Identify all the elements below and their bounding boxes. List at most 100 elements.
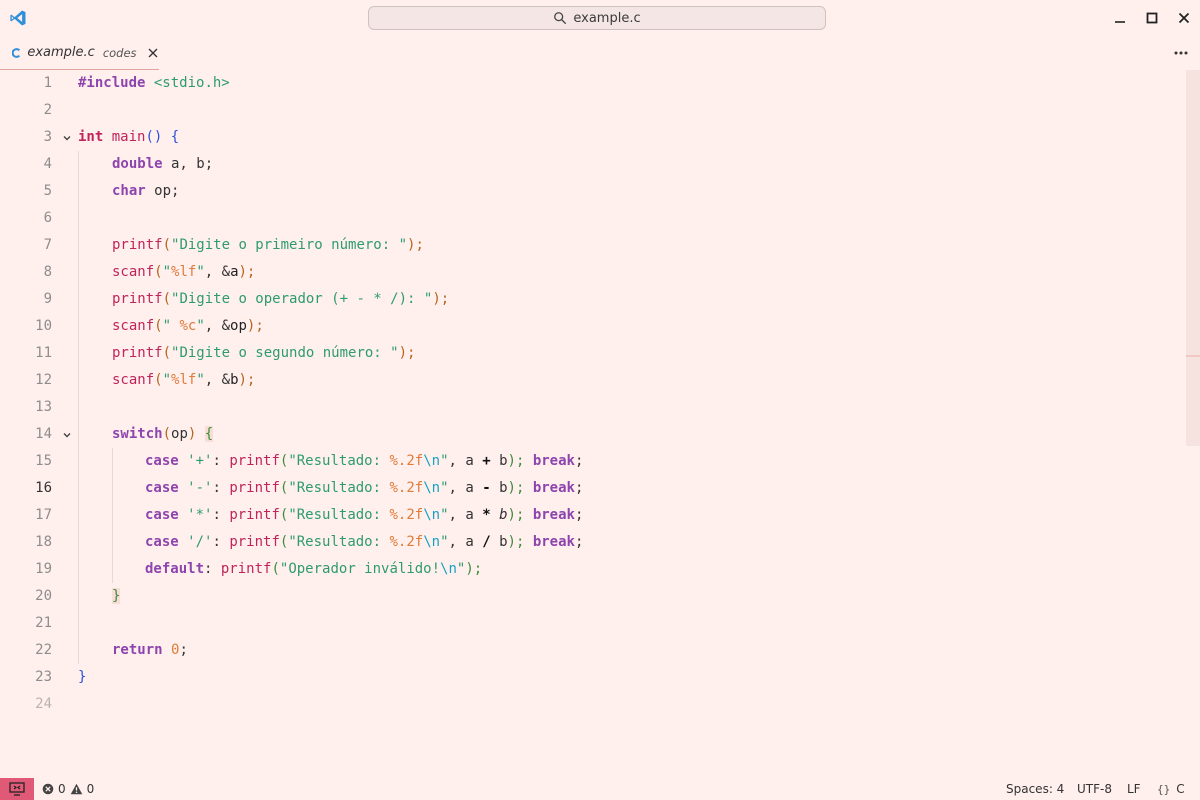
close-icon [1178, 12, 1190, 24]
code-line[interactable]: 1 #include <stdio.h> [0, 70, 1186, 97]
line-number: 24 [35, 696, 52, 712]
line-number: 3 [43, 129, 52, 145]
vertical-scrollbar[interactable] [1186, 70, 1200, 446]
code-line[interactable]: 4 double a, b; [0, 151, 1186, 178]
tab-example-c[interactable]: example.c codes [0, 36, 159, 70]
line-code: scanf("%lf", &a); [112, 264, 256, 280]
remote-icon [9, 782, 25, 796]
overview-ruler-mark [1186, 355, 1200, 357]
remote-indicator[interactable] [0, 778, 34, 800]
line-code: printf("Digite o segundo número: "); [112, 345, 416, 361]
code-line[interactable]: 14 switch(op) { [0, 421, 1186, 448]
encoding-indicator[interactable]: UTF-8 [1077, 778, 1112, 800]
code-line[interactable]: 17 case '*': printf("Resultado: %.2f\n",… [0, 502, 1186, 529]
line-number: 11 [35, 345, 52, 361]
indentation-indicator[interactable]: Spaces: 4 [1006, 778, 1064, 800]
error-count: 0 [58, 782, 66, 796]
warning-count: 0 [86, 782, 95, 796]
line-code: scanf(" %c", &op); [112, 318, 264, 334]
code-line[interactable]: 5 char op; [0, 178, 1186, 205]
line-number: 17 [35, 507, 52, 523]
code-line[interactable]: 21 [0, 610, 1186, 637]
line-code: case '*': printf("Resultado: %.2f\n", a … [145, 507, 584, 523]
line-number: 1 [43, 75, 52, 91]
code-line[interactable]: 10 scanf(" %c", &op); [0, 313, 1186, 340]
code-line[interactable]: 20 } [0, 583, 1186, 610]
line-number: 7 [43, 237, 52, 253]
bracket-match: } [112, 588, 121, 604]
vscode-logo-icon [10, 10, 26, 26]
code-line[interactable]: 16 case '-': printf("Resultado: %.2f\n",… [0, 475, 1186, 502]
line-code: } [78, 669, 87, 685]
braces-icon: {} [1157, 782, 1171, 796]
line-number: 5 [43, 183, 52, 199]
line-code: printf("Digite o operador (+ - * /): "); [112, 291, 450, 307]
line-number: 13 [35, 399, 52, 415]
line-number: 12 [35, 372, 52, 388]
line-number: 22 [35, 642, 52, 658]
fold-toggle[interactable] [60, 124, 74, 151]
code-line[interactable]: 22 return 0; [0, 637, 1186, 664]
line-number: 8 [43, 264, 52, 280]
line-number: 23 [35, 669, 52, 685]
code-editor[interactable]: 1 #include <stdio.h> 2 3 int main() { 4 … [0, 70, 1200, 776]
maximize-icon [1146, 12, 1158, 24]
line-number: 15 [35, 453, 52, 469]
code-line[interactable]: 8 scanf("%lf", &a); [0, 259, 1186, 286]
line-number: 21 [35, 615, 52, 631]
line-number: 6 [43, 210, 52, 226]
problems-indicator[interactable]: 0 0 [42, 778, 94, 800]
line-number: 20 [35, 588, 52, 604]
fold-toggle[interactable] [60, 421, 74, 448]
editor-tab-bar: example.c codes [0, 36, 1200, 70]
code-line[interactable]: 23 } [0, 664, 1186, 691]
line-code: double a, b; [112, 156, 214, 172]
code-line[interactable]: 19 default: printf("Operador inválido!\n… [0, 556, 1186, 583]
command-center-label: example.c [573, 10, 641, 26]
code-line[interactable]: 12 scanf("%lf", &b); [0, 367, 1186, 394]
code-line[interactable]: 11 printf("Digite o segundo número: "); [0, 340, 1186, 367]
minimize-icon [1115, 21, 1125, 23]
code-line[interactable]: 2 [0, 97, 1186, 124]
code-line[interactable]: 24 [0, 691, 1186, 718]
tab-filename: example.c [27, 45, 95, 60]
more-actions-icon [1174, 51, 1188, 55]
error-icon [42, 783, 54, 795]
line-code: printf("Digite o primeiro número: "); [112, 237, 424, 253]
title-bar: example.c [0, 0, 1200, 36]
line-code: int main() { [78, 129, 180, 145]
language-mode-indicator[interactable]: {} C [1157, 778, 1185, 800]
c-file-icon [12, 47, 21, 58]
maximize-button[interactable] [1140, 6, 1164, 30]
line-number: 19 [35, 561, 52, 577]
status-bar: 0 0 Spaces: 4 UTF-8 LF {} C [0, 776, 1200, 800]
minimize-button[interactable] [1108, 6, 1132, 30]
code-line[interactable]: 7 printf("Digite o primeiro número: "); [0, 232, 1186, 259]
line-code: char op; [112, 183, 180, 199]
window-close-button[interactable] [1172, 6, 1196, 30]
warning-icon [70, 783, 82, 795]
line-number: 18 [35, 534, 52, 550]
tab-close-button[interactable] [147, 45, 159, 61]
code-line[interactable]: 18 case '/': printf("Resultado: %.2f\n",… [0, 529, 1186, 556]
command-center-search[interactable]: example.c [368, 6, 826, 30]
line-code: switch(op) { [112, 426, 214, 442]
bracket-match: { [204, 426, 214, 442]
fold-chevron-icon [63, 135, 71, 140]
line-code: case '-': printf("Resultado: %.2f\n", a … [145, 480, 584, 496]
line-number: 10 [35, 318, 52, 334]
code-line[interactable]: 9 printf("Digite o operador (+ - * /): "… [0, 286, 1186, 313]
line-code: case '+': printf("Resultado: %.2f\n", a … [145, 453, 584, 469]
code-line[interactable]: 15 case '+': printf("Resultado: %.2f\n",… [0, 448, 1186, 475]
eol-indicator[interactable]: LF [1127, 778, 1141, 800]
search-icon [554, 12, 567, 25]
code-line[interactable]: 6 [0, 205, 1186, 232]
language-label: C [1176, 782, 1185, 796]
line-code: case '/': printf("Resultado: %.2f\n", a … [145, 534, 584, 550]
line-number: 14 [35, 426, 52, 442]
more-actions-button[interactable] [1172, 44, 1190, 62]
code-line[interactable]: 13 [0, 394, 1186, 421]
line-number: 9 [43, 291, 52, 307]
line-code: return 0; [112, 642, 188, 658]
code-line[interactable]: 3 int main() { [0, 124, 1186, 151]
